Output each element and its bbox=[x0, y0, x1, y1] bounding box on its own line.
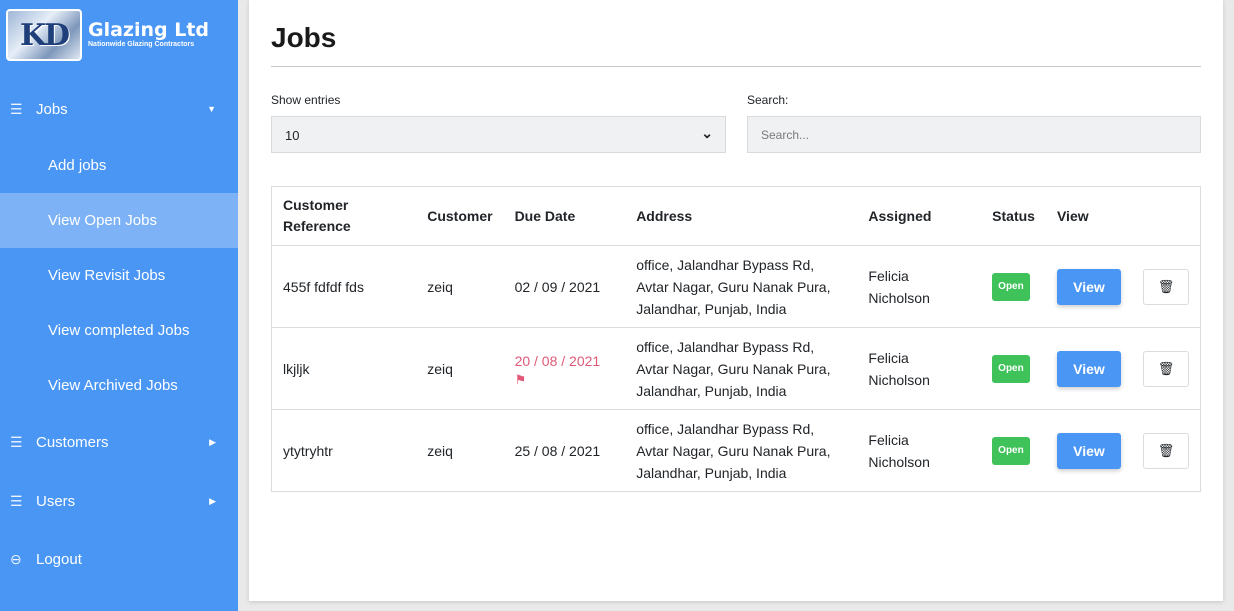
cell-address: office, Jalandhar Bypass Rd, Avtar Nagar… bbox=[625, 327, 858, 410]
sidebar-item-label: Jobs bbox=[36, 100, 68, 118]
brand[interactable]: KD Glazing Ltd Nationwide Glazing Contra… bbox=[0, 0, 238, 70]
col-assigned[interactable]: Assigned bbox=[857, 186, 982, 246]
sidebar-item-label: Logout bbox=[36, 551, 82, 568]
cell-ref: ytytryhtr bbox=[271, 409, 417, 492]
jobs-table: Customer Reference Customer Due Date Add… bbox=[271, 186, 1201, 492]
delete-button[interactable]: 🗑 bbox=[1143, 268, 1189, 305]
table-row: ytytryhtr zeiq 25 / 08 / 2021 office, Ja… bbox=[271, 409, 1201, 492]
cell-delete: 🗑 bbox=[1132, 327, 1201, 410]
cell-assigned: Felicia Nicholson bbox=[857, 327, 982, 410]
sidebar-item-add-jobs[interactable]: Add jobs bbox=[0, 138, 238, 193]
status-badge: Open bbox=[992, 354, 1030, 383]
sidebar-item-view-completed-jobs[interactable]: View completed Jobs bbox=[0, 303, 238, 358]
col-view: View bbox=[1045, 186, 1132, 246]
table-header-row: Customer Reference Customer Due Date Add… bbox=[271, 186, 1201, 246]
menu-icon: ☰ bbox=[10, 100, 23, 117]
search-input[interactable] bbox=[747, 116, 1201, 153]
trash-icon: 🗑 bbox=[1157, 360, 1175, 376]
logout-icon: ⊖ bbox=[10, 551, 22, 567]
cell-due-date: 02 / 09 / 2021 bbox=[503, 245, 626, 328]
cell-ref: lkjljk bbox=[271, 327, 417, 410]
col-address[interactable]: Address bbox=[625, 186, 858, 246]
status-badge: Open bbox=[992, 436, 1030, 465]
sidebar-item-customers[interactable]: ☰ Customers ▶ bbox=[0, 413, 238, 472]
cell-address: office, Jalandhar Bypass Rd, Avtar Nagar… bbox=[625, 245, 858, 328]
menu-icon: ☰ bbox=[10, 493, 23, 509]
sidebar-item-label: View Revisit Jobs bbox=[48, 267, 166, 284]
chevron-down-icon: ⌄ bbox=[701, 125, 713, 141]
caret-right-icon: ▶ bbox=[209, 437, 216, 447]
logo: KD bbox=[6, 9, 82, 61]
sidebar-item-label: Customers bbox=[36, 434, 109, 451]
col-actions bbox=[1132, 186, 1201, 246]
sidebar-item-logout[interactable]: ⊖ Logout bbox=[0, 531, 238, 588]
sidebar-item-label: View Open Jobs bbox=[48, 212, 157, 229]
sidebar-item-view-open-jobs[interactable]: View Open Jobs bbox=[0, 193, 238, 248]
cell-delete: 🗑 bbox=[1132, 245, 1201, 328]
col-customer[interactable]: Customer bbox=[416, 186, 504, 246]
sidebar-item-view-archived-jobs[interactable]: View Archived Jobs bbox=[0, 358, 238, 413]
cell-status: Open bbox=[981, 245, 1046, 328]
menu-icon: ☰ bbox=[10, 434, 23, 450]
trash-icon: 🗑 bbox=[1157, 442, 1175, 458]
cell-customer: zeiq bbox=[416, 245, 504, 328]
caret-down-icon: ▼ bbox=[207, 104, 216, 114]
cell-delete: 🗑 bbox=[1132, 409, 1201, 492]
sidebar-item-users[interactable]: ☰ Users ▶ bbox=[0, 472, 238, 531]
col-status[interactable]: Status bbox=[981, 186, 1046, 246]
main-card: Jobs Show entries 10 ⌄ Search: Customer … bbox=[249, 0, 1223, 601]
show-entries-label: Show entries bbox=[271, 93, 341, 107]
view-button[interactable]: View bbox=[1056, 432, 1121, 469]
flag-icon: ⚑ bbox=[514, 371, 527, 387]
col-due-date[interactable]: Due Date bbox=[503, 186, 626, 246]
delete-button[interactable]: 🗑 bbox=[1143, 350, 1189, 387]
sidebar-item-label: View completed Jobs bbox=[48, 322, 190, 339]
cell-view: View bbox=[1045, 245, 1132, 328]
sidebar-item-label: View Archived Jobs bbox=[48, 377, 178, 394]
view-button[interactable]: View bbox=[1056, 268, 1121, 305]
trash-icon: 🗑 bbox=[1157, 278, 1175, 294]
table-row: lkjljk zeiq 20 / 08 / 2021 ⚑ office, Jal… bbox=[271, 327, 1201, 410]
cell-view: View bbox=[1045, 409, 1132, 492]
sidebar-item-label: Add jobs bbox=[48, 157, 107, 174]
cell-status: Open bbox=[981, 409, 1046, 492]
caret-right-icon: ▶ bbox=[209, 496, 216, 506]
sidebar-item-view-revisit-jobs[interactable]: View Revisit Jobs bbox=[0, 248, 238, 303]
cell-customer: zeiq bbox=[416, 409, 504, 492]
search-label: Search: bbox=[747, 93, 789, 107]
cell-due-date: 25 / 08 / 2021 bbox=[503, 409, 626, 492]
sidebar-item-jobs[interactable]: ☰ Jobs ▼ bbox=[0, 80, 238, 138]
cell-view: View bbox=[1045, 327, 1132, 410]
sidebar-item-label: Users bbox=[36, 493, 76, 510]
cell-assigned: Felicia Nicholson bbox=[857, 409, 982, 492]
cell-ref: 455f fdfdf fds bbox=[271, 245, 417, 328]
status-badge: Open bbox=[992, 272, 1030, 301]
sidebar: KD Glazing Ltd Nationwide Glazing Contra… bbox=[0, 0, 238, 611]
view-button[interactable]: View bbox=[1056, 350, 1121, 387]
cell-address: office, Jalandhar Bypass Rd, Avtar Nagar… bbox=[625, 409, 858, 492]
due-date-overdue: 20 / 08 / 2021 bbox=[514, 352, 601, 369]
entries-value: 10 bbox=[285, 128, 300, 143]
col-customer-reference[interactable]: Customer Reference bbox=[271, 186, 417, 246]
page-title: Jobs bbox=[271, 22, 337, 53]
brand-name: Glazing Ltd bbox=[88, 19, 210, 41]
cell-due-date: 20 / 08 / 2021 ⚑ bbox=[503, 327, 626, 410]
delete-button[interactable]: 🗑 bbox=[1143, 432, 1189, 469]
brand-tagline: Nationwide Glazing Contractors bbox=[88, 41, 195, 48]
cell-customer: zeiq bbox=[416, 327, 504, 410]
sidebar-nav: ☰ Jobs ▼ Add jobs View Open Jobs View Re… bbox=[0, 80, 238, 588]
cell-assigned: Felicia Nicholson bbox=[857, 245, 982, 328]
entries-select[interactable]: 10 ⌄ bbox=[271, 116, 726, 153]
title-divider bbox=[271, 66, 1201, 67]
table-row: 455f fdfdf fds zeiq 02 / 09 / 2021 offic… bbox=[271, 245, 1201, 328]
cell-status: Open bbox=[981, 327, 1046, 410]
